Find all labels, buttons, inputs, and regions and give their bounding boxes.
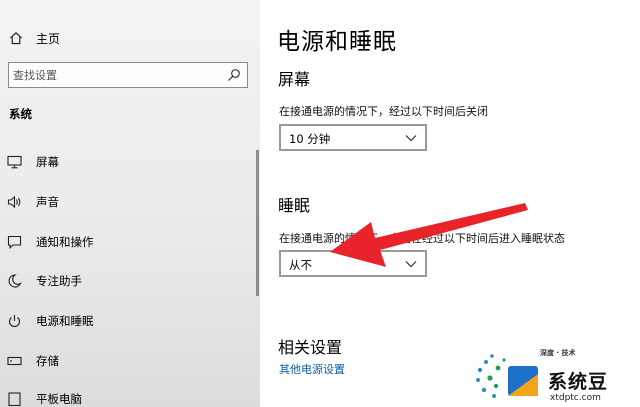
watermark-logo-icon <box>476 354 538 398</box>
annotation-arrow-icon <box>330 203 528 267</box>
watermark-url: xtdptc.com <box>550 393 601 403</box>
watermark-tag: 深度 · 技术 <box>540 349 576 357</box>
watermark-name: 系统豆 <box>548 371 609 393</box>
watermark: 深度 · 技术 系统豆 xtdptc.com <box>470 348 640 407</box>
